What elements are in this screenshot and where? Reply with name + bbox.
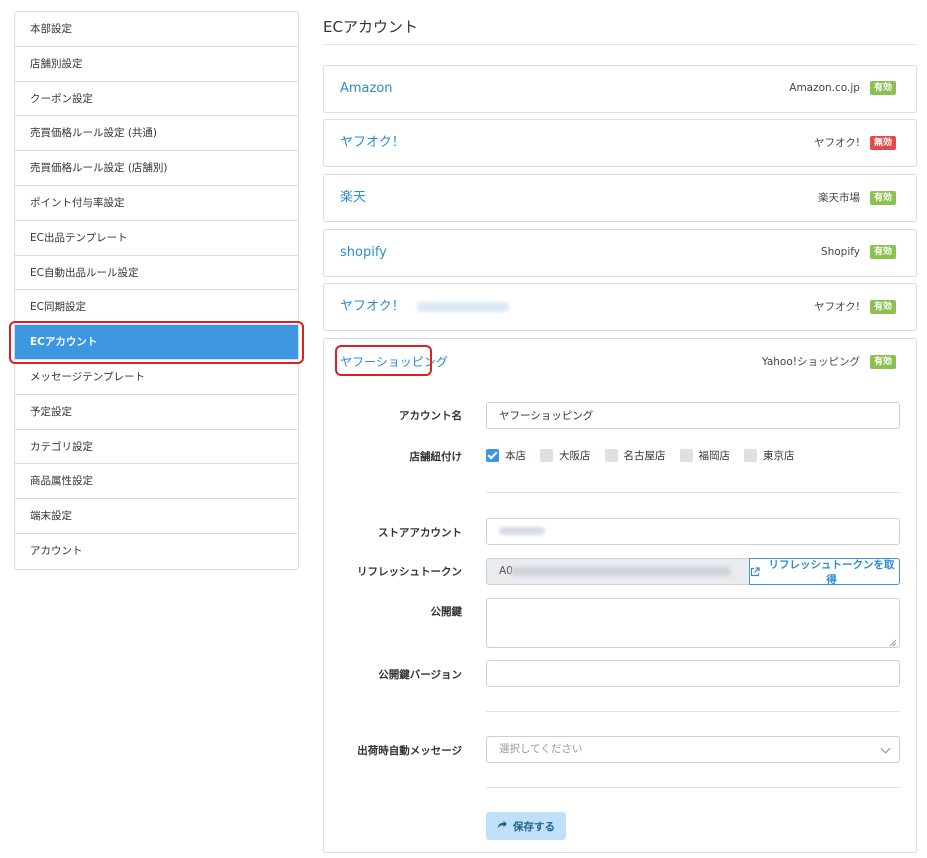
sidebar-item-ec-sync[interactable]: EC同期設定 — [15, 290, 298, 326]
auto-message-select[interactable]: 選択してください — [486, 736, 900, 763]
form-divider — [486, 787, 900, 788]
store-checkbox-honten[interactable]: 本店 — [486, 448, 526, 463]
account-panel-yahoo-auction-2: ヤフオク！ ヤフオク! 有効 — [323, 283, 917, 331]
share-arrow-icon — [497, 820, 508, 833]
platform-label: Amazon.co.jp — [789, 82, 860, 94]
account-panel-shopify: shopify Shopify 有効 — [323, 229, 917, 277]
account-name-link[interactable]: ヤフオク！ — [340, 284, 509, 330]
chevron-down-icon — [880, 743, 891, 754]
status-badge: 無効 — [869, 135, 896, 150]
store-name: 福岡店 — [698, 450, 731, 462]
platform-label: ヤフオク! — [813, 137, 860, 149]
store-name: 本店 — [505, 450, 526, 462]
sidebar-item-terminal[interactable]: 端末設定 — [15, 499, 298, 534]
store-name: 東京店 — [763, 450, 795, 462]
sidebar-item-ec-auto-listing-rule[interactable]: EC自動出品ルール設定 — [15, 256, 298, 291]
sidebar-item-product-attribute[interactable]: 商品属性設定 — [15, 464, 298, 500]
checkbox-icon[interactable] — [679, 449, 693, 462]
refresh-token-group: A0 リフレッシュトークンを取得 — [486, 558, 900, 586]
form-divider — [486, 492, 900, 493]
store-name: 大阪店 — [559, 450, 591, 462]
auto-message-placeholder: 選択してください — [499, 743, 583, 755]
form-divider — [486, 711, 900, 712]
checkbox-icon[interactable] — [540, 449, 553, 462]
sidebar-item-account[interactable]: アカウント — [15, 534, 298, 569]
sidebar-item-message-template[interactable]: メッセージテンプレート — [15, 360, 298, 395]
sidebar-item-price-rule-store[interactable]: 売買価格ルール設定 (店舗別) — [15, 151, 298, 186]
account-panel-amazon: Amazon Amazon.co.jp 有効 — [323, 65, 917, 113]
public-key-textarea[interactable] — [486, 598, 900, 648]
refresh-token-label: リフレッシュトークン — [357, 566, 462, 578]
sidebar-item-schedule[interactable]: 予定設定 — [15, 395, 298, 430]
settings-sidebar: 本部設定 店舗別設定 クーポン設定 売買価格ルール設定 (共通) 売買価格ルール… — [14, 11, 299, 570]
store-checkbox-group: 本店 大阪店 名古屋店 福岡店 東京店 — [486, 448, 795, 463]
account-name-link[interactable]: ヤフオク！ — [340, 120, 405, 166]
auto-message-label: 出荷時自動メッセージ — [357, 745, 462, 757]
public-key-version-label: 公開鍵バージョン — [378, 669, 462, 681]
page-title: ECアカウント — [323, 18, 418, 36]
public-key-label: 公開鍵 — [430, 606, 463, 618]
redacted-text — [511, 567, 731, 576]
refresh-token-input[interactable]: A0 — [486, 558, 749, 585]
platform-label: Shopify — [820, 246, 860, 258]
account-panel-yahoo-shopping: ヤフーショッピング Yahoo!ショッピング 有効 アカウント名 店舗紐付け 本… — [323, 338, 917, 853]
redacted-text — [499, 527, 545, 535]
sidebar-item-coupon-settings[interactable]: クーポン設定 — [15, 82, 298, 117]
status-badge: 有効 — [869, 81, 896, 95]
account-name-text: ヤフオク！ — [340, 299, 405, 314]
resize-handle-icon[interactable] — [889, 637, 897, 647]
store-account-input[interactable] — [486, 518, 900, 545]
status-badge: 有効 — [869, 354, 896, 369]
get-refresh-token-button[interactable]: リフレッシュトークンを取得 — [749, 558, 900, 586]
sidebar-item-category[interactable]: カテゴリ設定 — [15, 430, 298, 465]
account-name-label: アカウント名 — [399, 410, 462, 422]
title-divider — [323, 44, 917, 45]
platform-label: Yahoo!ショッピング — [761, 356, 860, 368]
checkbox-icon[interactable] — [744, 449, 757, 462]
save-button[interactable]: 保存する — [486, 812, 566, 840]
account-name-link[interactable]: 楽天 — [340, 175, 366, 221]
redacted-text — [416, 301, 509, 312]
store-checkbox-tokyo[interactable]: 東京店 — [744, 448, 795, 463]
checkbox-checked-icon[interactable] — [486, 449, 499, 462]
store-checkbox-fukuoka[interactable]: 福岡店 — [679, 448, 731, 463]
account-name-link[interactable]: ヤフーショッピング — [340, 339, 448, 385]
sidebar-item-point-rate[interactable]: ポイント付与率設定 — [15, 186, 298, 221]
status-badge: 有効 — [869, 299, 896, 314]
sidebar-item-headquarters-settings[interactable]: 本部設定 — [15, 12, 298, 47]
store-account-label: ストアアカウント — [378, 527, 462, 539]
sidebar-item-ec-listing-template[interactable]: EC出品テンプレート — [15, 221, 298, 256]
sidebar-item-price-rule-common[interactable]: 売買価格ルール設定 (共通) — [15, 116, 298, 152]
public-key-version-input[interactable] — [486, 660, 900, 687]
platform-label: ヤフオク! — [813, 301, 860, 313]
store-link-label: 店舗紐付け — [409, 451, 463, 463]
get-refresh-token-label: リフレッシュトークンを取得 — [768, 558, 895, 586]
store-name: 名古屋店 — [623, 450, 666, 462]
checkbox-icon[interactable] — [604, 449, 618, 462]
status-badge: 有効 — [869, 245, 896, 259]
sidebar-item-store-settings[interactable]: 店舗別設定 — [15, 47, 298, 82]
sidebar-item-ec-account[interactable]: ECアカウント — [15, 325, 298, 360]
account-name-link[interactable]: shopify — [340, 230, 387, 276]
account-name-link[interactable]: Amazon — [340, 66, 393, 112]
store-checkbox-nagoya[interactable]: 名古屋店 — [604, 448, 666, 463]
status-badge: 有効 — [869, 190, 896, 205]
external-link-icon — [750, 566, 760, 577]
store-checkbox-osaka[interactable]: 大阪店 — [540, 448, 591, 463]
account-panel-rakuten: 楽天 楽天市場 有効 — [323, 174, 917, 222]
platform-label: 楽天市場 — [817, 192, 860, 204]
save-button-label: 保存する — [513, 820, 555, 833]
account-panel-yahoo-auction: ヤフオク！ ヤフオク! 無効 — [323, 119, 917, 167]
account-name-input[interactable] — [486, 402, 900, 429]
